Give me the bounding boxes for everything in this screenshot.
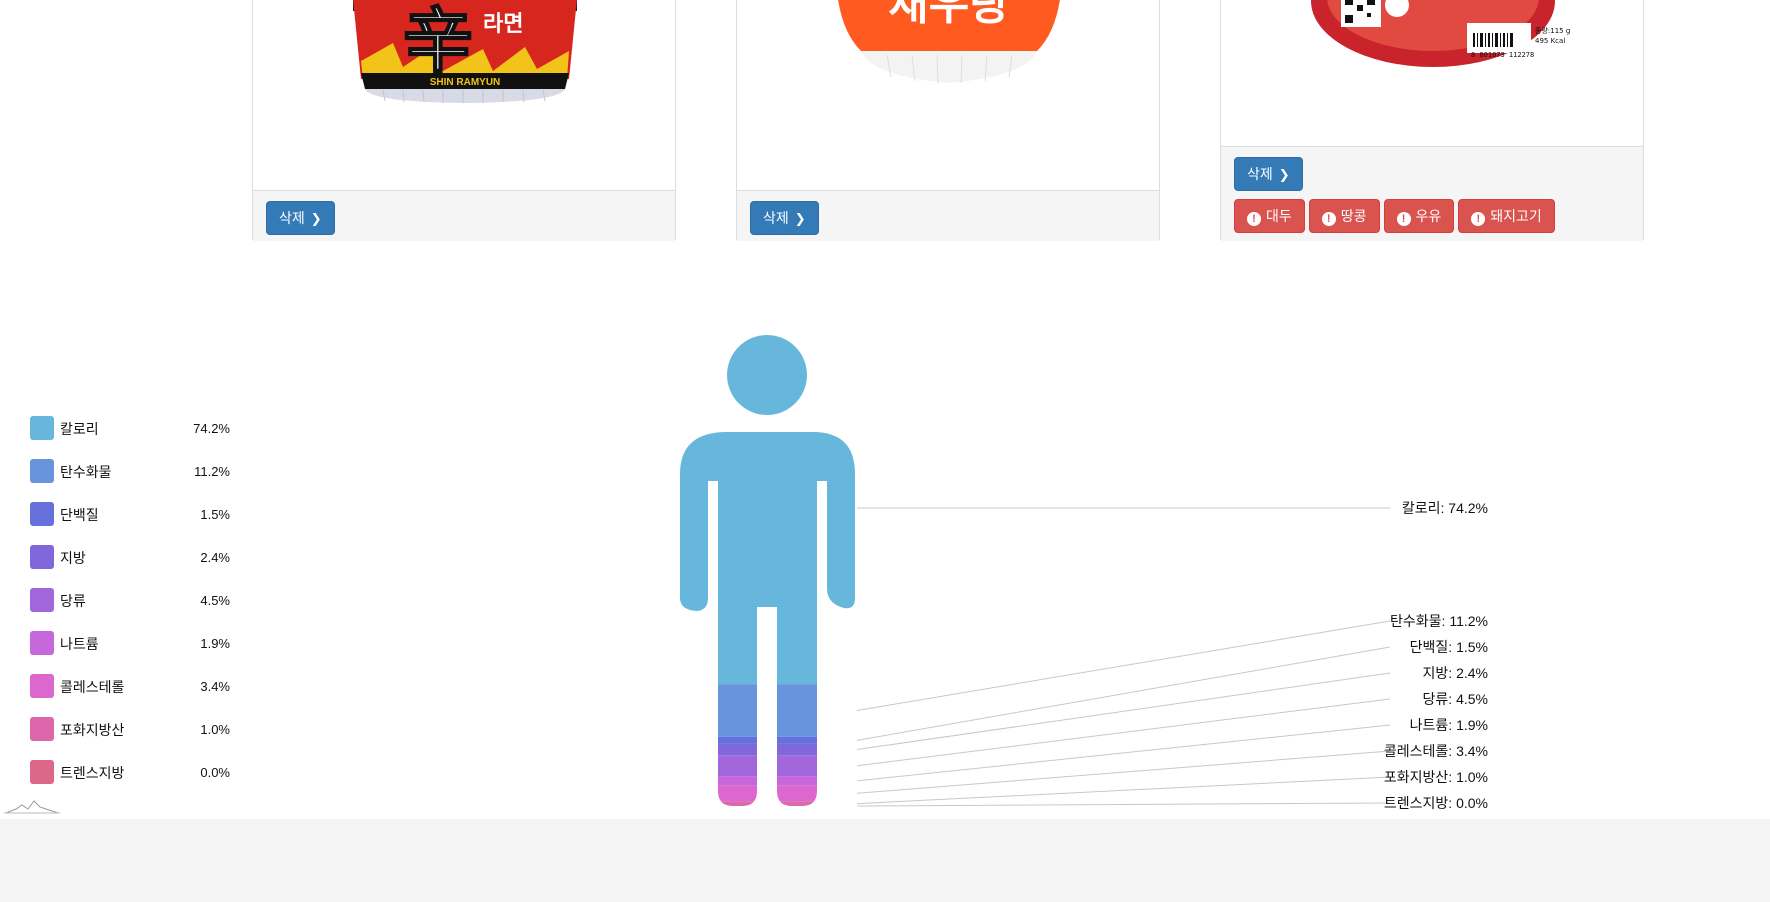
figure-slice	[680, 755, 855, 777]
callout-label: 칼로리: 74.2%	[1402, 500, 1488, 516]
page-footer-area	[0, 819, 1770, 902]
callout-label: 트렌스지방: 0.0%	[1384, 795, 1488, 811]
callout-line	[856, 802, 1391, 807]
callout-line	[856, 698, 1391, 767]
figure-slice	[680, 743, 855, 756]
callout-lines	[856, 507, 1391, 807]
callout-labels: 칼로리: 74.2% 탄수화물: 11.2% 단백질: 1.5% 지방: 2.4% 당류…	[1384, 500, 1488, 811]
person-figure	[680, 335, 855, 806]
callout-line	[856, 646, 1391, 741]
callout-line	[856, 672, 1391, 751]
figure-slice	[680, 736, 855, 744]
callout-label: 콜레스테롤: 3.4%	[1384, 743, 1488, 759]
callout-line	[856, 776, 1391, 805]
nutrition-pictorial-chart: 칼로리: 74.2% 탄수화물: 11.2% 단백질: 1.5% 지방: 2.4% 당류…	[680, 335, 1488, 811]
callout-label: 당류: 4.5%	[1423, 691, 1488, 707]
callout-label: 포화지방산: 1.0%	[1384, 769, 1488, 785]
callout-label: 지방: 2.4%	[1423, 665, 1488, 681]
callout-line	[856, 620, 1391, 711]
callout-label: 나트륨: 1.9%	[1410, 717, 1488, 733]
figure-slice	[680, 776, 855, 786]
callout-label: 단백질: 1.5%	[1410, 639, 1488, 655]
figure-slice	[680, 335, 855, 685]
figure-slice	[680, 785, 855, 802]
figure-slice	[680, 801, 855, 806]
callout-label: 탄수화물: 11.2%	[1390, 613, 1488, 629]
figure-slice	[680, 684, 855, 737]
chart-logo-icon	[4, 800, 60, 814]
